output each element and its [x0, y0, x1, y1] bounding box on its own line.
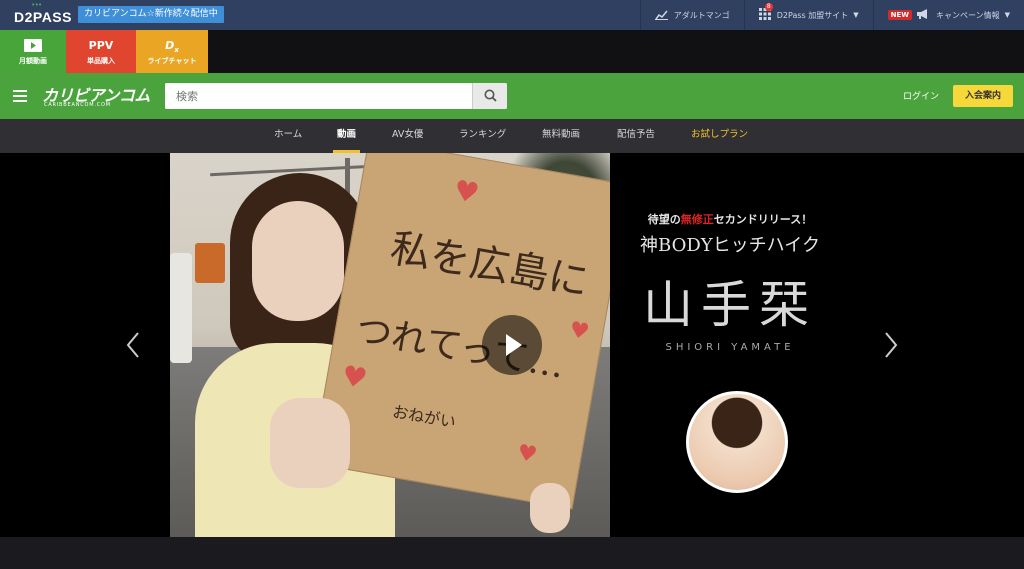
heart-icon: ♥ [515, 440, 539, 469]
play-button[interactable] [482, 315, 542, 375]
nav-ranking[interactable]: ランキング [459, 119, 506, 153]
d2pass-logo[interactable]: ••• D2PASS [14, 2, 72, 25]
d2pass-topbar: ••• D2PASS カリビアンコム☆新作続々配信中 アダルトマンゴ 8 D2P… [0, 0, 1024, 30]
actress-avatar[interactable] [686, 391, 788, 493]
chevron-down-icon: ▼ [853, 11, 859, 19]
heart-icon: ♥ [567, 317, 592, 346]
sign-text-line1: 私を広島に [386, 225, 592, 306]
nav-free-videos[interactable]: 無料動画 [542, 119, 580, 153]
campaign-dropdown[interactable]: NEW キャンペーン情報 ▼ [872, 0, 1024, 30]
search-icon [484, 89, 497, 102]
top-right-menu: アダルトマンゴ 8 D2Pass 加盟サイト ▼ NEW キャンペーン情報 ▼ [639, 0, 1024, 30]
main-nav: ホーム 動画 AV女優 ランキング 無料動画 配信予告 お試しプラン [0, 119, 1024, 153]
ppv-tab[interactable]: PPV 単品購入 [66, 30, 136, 73]
campaign-label: キャンペーン情報 [936, 10, 1000, 20]
promo-tagline: 待望の無修正セカンドリリース！ [610, 211, 850, 227]
chevron-down-icon: ▼ [1004, 11, 1010, 19]
hamburger-menu-icon[interactable] [13, 90, 27, 102]
actress-name-romaji: SHIORI YAMATE [665, 342, 795, 353]
footer-strip [0, 537, 1024, 569]
site-logo-subtext: CARIBBEANCOM.COM [44, 102, 111, 108]
megaphone-icon [916, 8, 930, 22]
bus-bg [195, 243, 225, 283]
next-arrow-icon[interactable] [882, 331, 900, 359]
nav-videos[interactable]: 動画 [333, 119, 361, 153]
announce-badge[interactable]: カリビアンコム☆新作続々配信中 [78, 6, 224, 23]
nav-trial-plan[interactable]: お試しプラン [691, 119, 748, 153]
livechat-tab[interactable]: Dx ライブチャット [136, 30, 208, 73]
tagline-uncensored: 無修正 [680, 213, 714, 226]
model-face [252, 201, 344, 321]
d2pass-sites-dropdown[interactable]: 8 D2Pass 加盟サイト ▼ [743, 0, 873, 30]
nav-av-actresses[interactable]: AV女優 [392, 119, 423, 153]
adult-mango-link[interactable]: アダルトマンゴ [639, 0, 744, 30]
play-icon [0, 39, 66, 53]
nav-home[interactable]: ホーム [274, 119, 302, 153]
ppv-title: PPV [88, 39, 114, 52]
tagline-prefix: 待望の [647, 213, 681, 226]
site-header: カリビアンコム CARIBBEANCOM.COM ログイン 入会案内 [0, 73, 1024, 119]
cardboard-sign: ♥ ♥ ♥ ♥ 私を広島に つれてって… おねがい [311, 153, 610, 510]
tagline-suffix: セカンドリリース！ [713, 213, 813, 226]
dx-logo-icon: Dx [165, 39, 179, 55]
prev-arrow-icon[interactable] [124, 331, 142, 359]
ppv-label: 単品購入 [87, 57, 115, 65]
car-bg [170, 253, 192, 363]
heart-icon: ♥ [339, 358, 370, 396]
livechat-label: ライブチャット [147, 57, 197, 65]
d2pass-sites-label: D2Pass 加盟サイト [776, 10, 849, 20]
model-hand [270, 398, 350, 488]
heart-icon: ♥ [451, 173, 482, 211]
nav-upcoming[interactable]: 配信予告 [617, 119, 655, 153]
adult-mango-label: アダルトマンゴ [673, 10, 730, 20]
model-hand [530, 483, 570, 533]
promo-subtitle: 神BODYヒッチハイク [640, 235, 820, 256]
new-tag: NEW [887, 10, 912, 20]
actress-name: 山手栞 [643, 276, 817, 334]
login-link[interactable]: ログイン [903, 89, 939, 102]
monthly-video-tab[interactable]: 月額動画 [0, 30, 66, 73]
service-bar: 月額動画 PPV 単品購入 Dx ライブチャット [0, 30, 1024, 73]
chart-icon [654, 9, 668, 22]
sign-text-line3: おねがい [391, 401, 458, 432]
logo-text: D2PASS [14, 9, 72, 25]
monthly-video-label: 月額動画 [19, 57, 47, 65]
hero-carousel: ♥ ♥ ♥ ♥ 私を広島に つれてって… おねがい 待望の無修正セカンドリリース… [0, 153, 1024, 537]
search-button[interactable] [472, 83, 507, 109]
search-box [165, 83, 507, 109]
hero-image[interactable]: ♥ ♥ ♥ ♥ 私を広島に つれてって… おねがい [170, 153, 610, 537]
notification-badge: 8 [764, 3, 773, 11]
search-input[interactable] [165, 83, 472, 109]
logo-dots: ••• [32, 2, 43, 9]
join-button[interactable]: 入会案内 [953, 85, 1013, 107]
